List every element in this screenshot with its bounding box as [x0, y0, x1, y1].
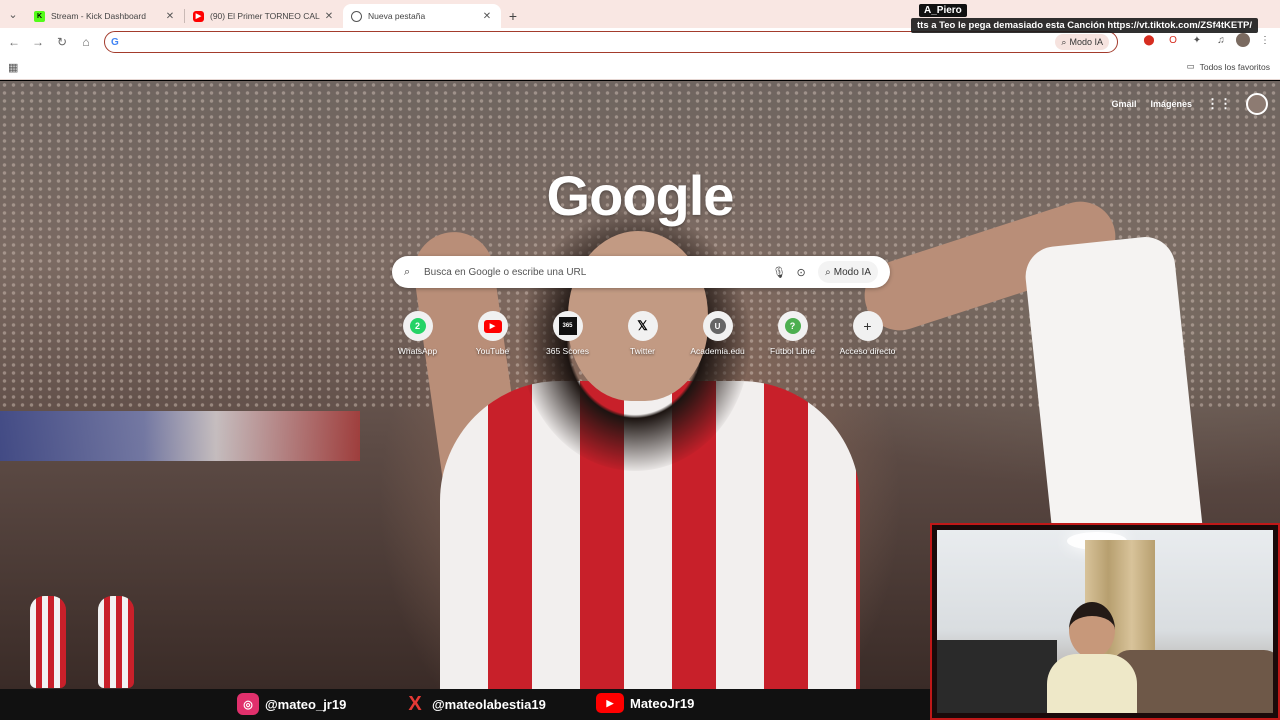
- streamer-shirt: [1047, 654, 1137, 713]
- shortcut-futbol-libre[interactable]: ? Futbol Libre: [755, 311, 830, 356]
- instagram-label: @mateo_jr19: [265, 696, 347, 712]
- account-avatar[interactable]: [1246, 93, 1268, 115]
- search-box[interactable]: ⌕ 🎙 ⊙ ⌕ Modo IA: [392, 256, 890, 288]
- mini-player-figures: [18, 596, 158, 689]
- address-bar[interactable]: G ⌕ Modo IA: [104, 31, 1118, 53]
- youtube-icon: ▶: [483, 319, 502, 333]
- shortcut-whatsapp[interactable]: 2 WhatsApp: [380, 311, 455, 356]
- youtube-icon: ▶: [193, 10, 204, 22]
- search-icon: ⌕: [1061, 36, 1067, 47]
- tts-username: A_Piero: [919, 4, 967, 17]
- bookmarks-bar: ▦ ▭ Todos los favoritos: [0, 56, 1280, 80]
- webcam-feed: [937, 530, 1273, 713]
- search-icon: ⌕: [404, 265, 411, 278]
- whatsapp-icon: 2: [409, 318, 426, 334]
- streamer: [1047, 602, 1137, 713]
- all-favorites-label: Todos los favoritos: [1199, 61, 1270, 72]
- kick-icon: K: [34, 10, 45, 22]
- forward-icon[interactable]: →: [26, 30, 50, 54]
- shortcut-label: WhatsApp: [397, 346, 438, 356]
- home-icon[interactable]: ⌂: [74, 30, 98, 54]
- tab-youtube-torneo[interactable]: ▶ (90) El Primer TORNEO CAL ✕: [185, 4, 343, 28]
- x-handle: X @mateolabestia19: [404, 693, 546, 715]
- toolbar-extensions: ⬤ O ✦ ♫ ⋮: [1140, 31, 1274, 49]
- shortcut-academia[interactable]: U Academia.edu: [680, 311, 755, 356]
- close-icon[interactable]: ✕: [481, 11, 493, 22]
- modo-ia-button[interactable]: ⌕ Modo IA: [818, 261, 878, 283]
- shortcut-tiles: 2 WhatsApp ▶ YouTube 365 365 Scores 𝕏 Tw…: [380, 311, 905, 356]
- opera-icon[interactable]: O: [1164, 31, 1182, 49]
- instagram-handle: ◎ @mateo_jr19: [237, 693, 346, 715]
- shortcut-label: Futbol Libre: [770, 346, 815, 356]
- background-banner: [0, 411, 360, 461]
- folder-icon: ▭: [1186, 61, 1195, 71]
- extension-icon[interactable]: ⬤: [1140, 31, 1158, 49]
- screen: ⌄ K Stream - Kick Dashboard ✕ ▶ (90) El …: [0, 0, 1280, 720]
- shortcut-label: YouTube: [475, 346, 510, 356]
- media-icon[interactable]: ♫: [1212, 31, 1230, 49]
- images-link[interactable]: Imágenes: [1150, 99, 1192, 109]
- shortcut-youtube[interactable]: ▶ YouTube: [455, 311, 530, 356]
- modo-ia-label: Modo IA: [833, 266, 871, 278]
- tab-search-icon[interactable]: ⌄: [0, 0, 26, 28]
- search-input[interactable]: [424, 266, 769, 278]
- tts-message: tts a Teo le pega demasiado esta Canción…: [911, 18, 1259, 33]
- shortcut-label: Academia.edu: [690, 346, 745, 356]
- close-icon[interactable]: ✕: [323, 11, 335, 22]
- x-label: @mateolabestia19: [432, 696, 546, 712]
- tab-label: Nueva pestaña: [368, 11, 426, 21]
- desk: [937, 640, 1057, 713]
- x-icon: X: [408, 692, 422, 715]
- google-logo: Google: [546, 164, 735, 227]
- google-icon: [351, 10, 362, 22]
- microphone-icon[interactable]: 🎙: [768, 266, 790, 279]
- shortcut-label: 365 Scores: [546, 346, 589, 356]
- shortcut-365-scores[interactable]: 365 365 Scores: [530, 311, 605, 356]
- lens-icon[interactable]: ⊙: [790, 266, 812, 279]
- youtube-label: MateoJr19: [630, 695, 695, 711]
- question-icon: ?: [784, 318, 801, 334]
- kebab-menu-icon[interactable]: ⋮: [1256, 31, 1274, 49]
- shortcut-label: Twitter: [629, 346, 656, 356]
- tab-kick-dashboard[interactable]: K Stream - Kick Dashboard ✕: [26, 4, 184, 28]
- shortcut-label: Acceso directo: [839, 346, 896, 356]
- mini-player: [98, 596, 134, 688]
- tab-label: (90) El Primer TORNEO CAL: [210, 11, 320, 21]
- tab-new-tab[interactable]: Nueva pestaña ✕: [343, 4, 501, 28]
- instagram-icon: ◎: [237, 693, 259, 715]
- youtube-icon: ▶: [596, 693, 624, 713]
- gmail-link[interactable]: Gmail: [1111, 99, 1136, 109]
- mini-player: [30, 596, 66, 688]
- modo-ia-label: Modo IA: [1069, 37, 1103, 47]
- social-bar: ◎ @mateo_jr19 X @mateolabestia19 ▶ Mateo…: [0, 689, 930, 720]
- x-icon: 𝕏: [637, 318, 648, 333]
- back-icon[interactable]: ←: [2, 30, 26, 54]
- academia-icon: U: [709, 318, 726, 334]
- streamer-head: [1069, 602, 1115, 658]
- tab-label: Stream - Kick Dashboard: [51, 11, 146, 21]
- ntp-top-links: Gmail Imágenes ⋮⋮: [1111, 93, 1268, 115]
- profile-avatar[interactable]: [1236, 33, 1250, 47]
- youtube-handle: ▶ MateoJr19: [596, 693, 694, 713]
- plus-icon: +: [863, 318, 872, 334]
- shortcut-add[interactable]: + Acceso directo: [830, 311, 905, 356]
- google-icon: G: [111, 36, 119, 48]
- google-apps-icon[interactable]: ⋮⋮: [1206, 96, 1232, 112]
- shortcut-twitter[interactable]: 𝕏 Twitter: [605, 311, 680, 356]
- extensions-puzzle-icon[interactable]: ✦: [1188, 31, 1206, 49]
- new-tab-button[interactable]: +: [501, 4, 525, 28]
- all-favorites-button[interactable]: ▭ Todos los favoritos: [1187, 61, 1270, 72]
- modo-ia-button[interactable]: ⌕ Modo IA: [1055, 34, 1109, 50]
- apps-grid-icon[interactable]: ▦: [8, 61, 18, 74]
- reload-icon[interactable]: ↻: [50, 30, 74, 54]
- close-icon[interactable]: ✕: [164, 11, 176, 22]
- 365scores-icon: 365: [558, 317, 577, 335]
- webcam-frame: [930, 523, 1280, 720]
- search-sparkle-icon: ⌕: [825, 266, 831, 278]
